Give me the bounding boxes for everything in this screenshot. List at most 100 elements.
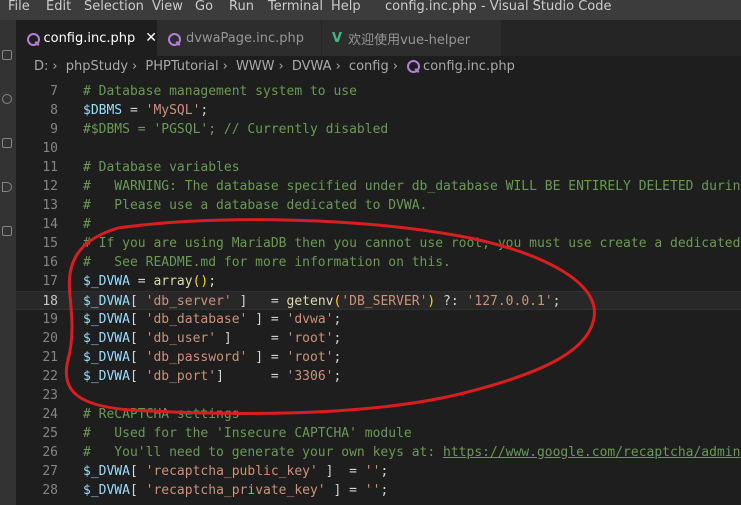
code-line[interactable]: 21 $_DVWA[ 'db_password' ] = 'root'; [16,348,741,367]
code-token: $_DVWA [83,294,130,309]
tab-dvwapage-inc-php[interactable]: dvwaPage.inc.php [157,20,322,56]
code-line[interactable]: 12 # WARNING: The database specified unde… [16,177,741,196]
menu-view[interactable]: View [152,0,183,14]
code-text[interactable]: # Database variables [83,158,240,177]
code-text[interactable]: $_DVWA[ 'db_port'] = '3306'; [83,367,341,386]
line-number: 27 [42,464,58,479]
code-token: ] = [216,331,287,346]
breadcrumb-item[interactable]: WWW [236,59,275,74]
menu-help[interactable]: Help [331,0,361,14]
explorer-icon[interactable] [2,50,12,60]
code-token: [ [129,350,146,365]
code-text[interactable]: # WARNING: The database specified under … [83,177,741,196]
code-text[interactable]: # Used for the 'Insecure CAPTCHA' module [83,424,412,443]
line-number: 25 [42,426,58,441]
code-text[interactable]: $DBMS = 'MySQL'; [83,101,208,120]
code-line[interactable]: 7 # Database management system to use [16,82,741,101]
code-token: 'DB_SERVER' [341,294,428,309]
breadcrumb-item[interactable]: D: [34,59,48,74]
breadcrumb-item[interactable]: phpStudy [66,59,128,74]
code-text[interactable]: $_DVWA[ 'recaptcha_private_key' ] = ''; [83,481,388,500]
code-text[interactable]: $_DVWA = array(); [83,272,216,291]
code-token[interactable]: https://www.google.com/recaptcha/admin [443,445,740,460]
menu-file[interactable]: File [8,0,30,14]
code-text[interactable]: $_DVWA[ 'recaptcha_public_key' ] = ''; [83,462,388,481]
code-line[interactable]: 13 # Please use a database dedicated to D… [16,196,741,215]
tab-vue-helper-welcome[interactable]: V 欢迎使用vue-helper [322,20,502,56]
code-text[interactable]: # Please use a database dedicated to DVW… [83,196,427,215]
code-token: $_DVWA [83,464,130,479]
line-number: 18 [42,294,58,309]
code-line[interactable]: 23 [16,386,741,405]
code-text[interactable]: # See README.md for more information on … [83,253,451,272]
code-token: 'db_database' [145,312,248,327]
line-number: 21 [42,350,58,365]
code-text[interactable]: # You'll need to generate your own keys … [83,443,740,462]
code-text[interactable]: # Database management system to use [83,82,357,101]
code-text[interactable]: $_DVWA[ 'db_password' ] = 'root'; [83,348,341,367]
code-line[interactable]: 11 # Database variables [16,158,741,177]
code-token: # ReCAPTCHA settings [83,407,240,422]
menu-selection[interactable]: Selection [84,0,144,14]
breadcrumb: D: › phpStudy › PHPTutorial › WWW › DVWA › co… [16,56,741,78]
code-token: [ [129,294,146,309]
code-token: '3306' [286,369,334,384]
php-icon [406,59,421,73]
menu-edit[interactable]: Edit [46,0,71,14]
code-text[interactable]: $_DVWA[ 'db_user' ] = 'root'; [83,329,341,348]
code-token: $_DVWA [83,350,130,365]
code-token: ] = [325,483,365,498]
code-token: # You'll need to generate your own keys … [83,445,444,460]
search-icon[interactable] [2,94,12,104]
code-line[interactable]: 16 # See README.md for more information o… [16,253,741,272]
code-text[interactable]: # ReCAPTCHA settings [83,405,240,424]
line-number: 7 [50,84,58,99]
code-text[interactable]: $_DVWA[ 'db_database' ] = 'dvwa'; [83,310,341,329]
tab-config-inc-php[interactable]: config.inc.php ✕ [16,20,157,56]
code-line[interactable]: 8 $DBMS = 'MySQL'; [16,101,741,120]
code-token: ; [380,464,389,479]
breadcrumb-item[interactable]: DVWA [292,59,332,74]
code-line[interactable]: 17 $_DVWA = array(); [16,272,741,291]
line-number: 20 [42,331,58,346]
chevron-right-icon: › [132,59,138,74]
run-debug-icon[interactable] [2,182,12,192]
code-text[interactable]: #$DBMS = 'PGSQL'; // Currently disabled [83,120,388,139]
code-editor[interactable]: 7 # Database management system to use 8 $DB… [16,82,741,505]
code-text[interactable]: $_DVWA[ 'db_server' ] = getenv('DB_SERVE… [83,292,560,311]
line-number: 13 [42,198,58,213]
code-token: 'dvwa' [286,312,334,327]
code-token: array [153,274,193,289]
breadcrumb-file[interactable]: config.inc.php [423,59,515,74]
code-line[interactable]: 27 $_DVWA[ 'recaptcha_public_key' ] = ''; [16,462,741,481]
chevron-right-icon: › [222,59,228,74]
breadcrumb-item[interactable]: config [349,59,389,74]
source-control-icon[interactable] [2,138,12,148]
close-icon[interactable]: ✕ [145,30,157,46]
code-line[interactable]: 15 # If you are using MariaDB then you ca… [16,234,741,253]
menu-go[interactable]: Go [195,0,213,14]
breadcrumb-item[interactable]: PHPTutorial [145,59,218,74]
line-number: 10 [42,141,58,156]
code-line[interactable]: 10 [16,139,741,158]
code-token: [ [129,464,146,479]
code-token: $_DVWA [83,483,130,498]
menu-run[interactable]: Run [229,0,254,14]
code-line[interactable]: 18 $_DVWA[ 'db_server' ] = getenv('DB_SER… [16,291,741,310]
code-line[interactable]: 26 # You'll need to generate your own key… [16,443,741,462]
extensions-icon[interactable] [2,226,12,236]
code-line[interactable]: 24 # ReCAPTCHA settings [16,405,741,424]
code-line[interactable]: 25 # Used for the 'Insecure CAPTCHA' modu… [16,424,741,443]
code-token: [ [129,369,146,384]
code-token: [ [129,312,146,327]
menu-terminal[interactable]: Terminal [268,0,323,14]
code-line[interactable]: 9 #$DBMS = 'PGSQL'; // Currently disabled [16,120,741,139]
code-line[interactable]: 20 $_DVWA[ 'db_user' ] = 'root'; [16,329,741,348]
code-text[interactable]: # If you are using MariaDB then you cann… [83,234,741,253]
code-line[interactable]: 14 # [16,215,741,234]
code-line[interactable]: 28 $_DVWA[ 'recaptcha_private_key' ] = ''… [16,481,741,500]
code-line[interactable]: 19 $_DVWA[ 'db_database' ] = 'dvwa'; [16,310,741,329]
code-text[interactable]: # [83,215,91,234]
code-line[interactable]: 22 $_DVWA[ 'db_port'] = '3306'; [16,367,741,386]
line-number: 8 [50,103,58,118]
